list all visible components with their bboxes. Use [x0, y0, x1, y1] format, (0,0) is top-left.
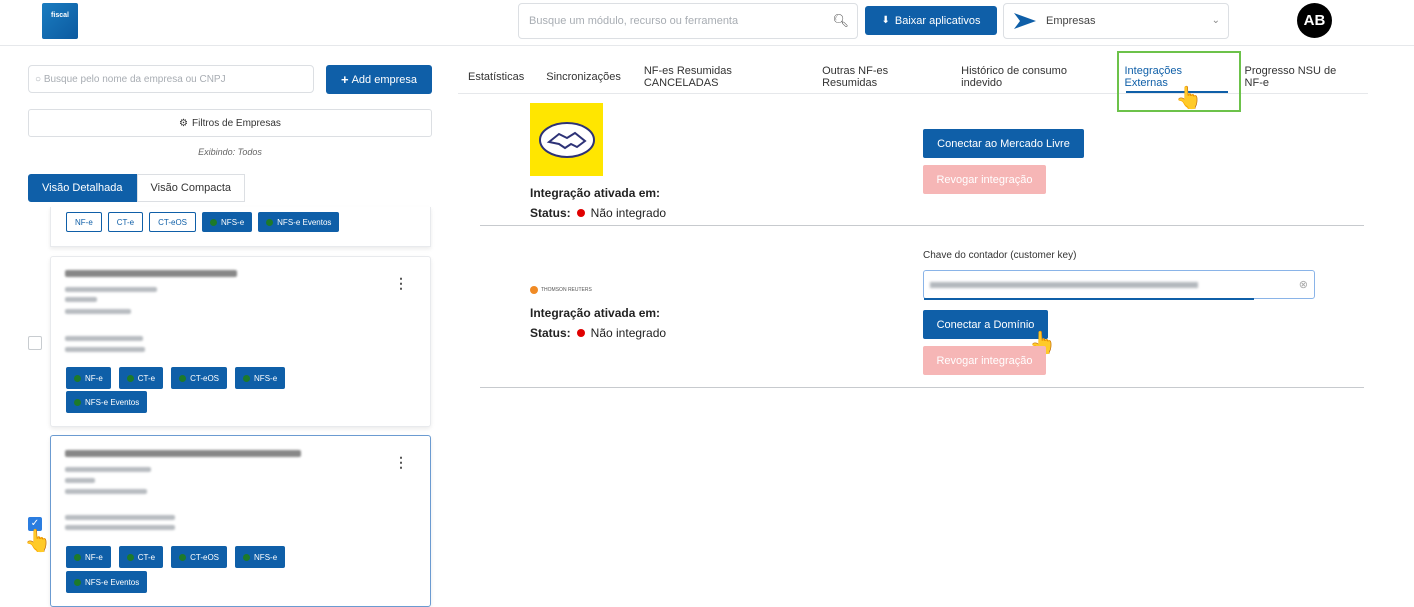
tab-nsu-progress[interactable]: Progresso NSU de NF-e [1234, 60, 1368, 94]
input-focus-bar [924, 298, 1254, 300]
module-search-input[interactable]: Busque um módulo, recurso ou ferramenta … [518, 3, 858, 39]
company-filters-button[interactable]: ⚙ Filtros de Empresas [28, 109, 432, 137]
redacted-text [65, 297, 97, 302]
dominio-activated-label: Integração ativada em: [530, 306, 661, 320]
divider [480, 387, 1364, 388]
redacted-text [65, 515, 175, 520]
tag-cteos[interactable]: CT-eOS [171, 367, 228, 389]
status-red-dot-icon [576, 209, 585, 217]
company-name-redacted [65, 270, 237, 277]
plus-icon: + [340, 72, 349, 87]
search-icon[interactable]: 🔍︎ [832, 13, 849, 29]
gear-icon: ⚙ [179, 117, 189, 129]
tag-cte[interactable]: CT-e [118, 546, 164, 568]
redacted-text [65, 467, 151, 472]
redacted-text [65, 309, 131, 314]
revoke-ml-button[interactable]: Revogar integração [923, 165, 1046, 194]
search-icon: ○ [35, 74, 42, 85]
pointer-hand-icon: 👆 [24, 528, 52, 553]
status-dot-icon [243, 374, 251, 382]
ml-activated-label: Integração ativada em: [530, 186, 661, 200]
company-select[interactable]: Empresas ⌄ [1003, 3, 1229, 39]
tab-synchronizations[interactable]: Sincronizações [534, 60, 633, 94]
tab-compact-view[interactable]: Visão Compacta [136, 174, 246, 202]
company-name-redacted [65, 450, 301, 457]
dominio-status: Status: Não integrado [530, 326, 667, 340]
status-dot-icon [74, 578, 81, 586]
status-dot-icon [179, 374, 187, 382]
handshake-icon [538, 121, 595, 158]
redacted-text [65, 347, 145, 352]
company-checkbox[interactable] [28, 336, 42, 350]
thomson-reuters-logo: THOMSON REUTERS [530, 286, 592, 294]
redacted-text [65, 478, 95, 483]
chevron-down-icon: ⌄ [1211, 15, 1220, 26]
tag-cteos[interactable]: CT-eOS [149, 212, 197, 232]
tag-nfe[interactable]: NF-e [66, 367, 111, 389]
ml-status: Status: Não integrado [530, 206, 667, 220]
tab-other-nfes[interactable]: Outras NF-es Resumidas [811, 60, 950, 94]
status-dot-icon [266, 218, 274, 226]
status-dot-icon [126, 553, 134, 561]
add-company-button[interactable]: + Add empresa [326, 65, 432, 94]
customer-key-label: Chave do contador (customer key) [923, 250, 1077, 261]
company-card[interactable]: NF-e CT-e CT-eOS NFS-e NFS-e Eventos [50, 207, 431, 247]
status-dot-icon [74, 374, 81, 382]
tab-cancelled-nfes[interactable]: NF-es Resumidas CANCELADAS [633, 60, 811, 94]
status-dot-icon [126, 374, 134, 382]
redacted-text [65, 287, 157, 292]
status-dot-icon [179, 553, 187, 561]
status-dot-icon [243, 553, 251, 561]
company-card[interactable]: ⋮ NF-e CT-e CT-eOS NFS-e NFS-e Eventos [50, 256, 431, 427]
divider [480, 225, 1364, 226]
tag-nfe[interactable]: NF-e [66, 546, 111, 568]
company-card-selected[interactable]: ⋮ NF-e CT-e CT-eOS NFS-e NFS-e Eventos [50, 435, 431, 607]
status-red-dot-icon [576, 329, 585, 337]
status-dot-icon [210, 218, 218, 226]
tag-nfse-events[interactable]: NFS-e Eventos [258, 212, 340, 232]
tab-statistics[interactable]: Estatísticas [458, 60, 534, 94]
connect-mercado-livre-button[interactable]: Conectar ao Mercado Livre [923, 129, 1084, 158]
tag-cteos[interactable]: CT-eOS [171, 546, 228, 568]
more-options-icon[interactable]: ⋮ [394, 275, 408, 292]
tab-improper-consumption[interactable]: Histórico de consumo indevido [950, 60, 1113, 94]
reuters-circle-icon [530, 286, 538, 294]
tag-nfe[interactable]: NF-e [66, 212, 102, 232]
showing-filter-text: Exibindo: Todos [198, 147, 262, 157]
redacted-text [65, 489, 147, 494]
tag-nfse-events[interactable]: NFS-e Eventos [66, 391, 148, 413]
redacted-text [65, 336, 143, 341]
avatar[interactable]: AB [1297, 3, 1332, 38]
status-dot-icon [74, 398, 81, 406]
redacted-key-value [930, 282, 1198, 288]
download-icon: ⬇ [881, 15, 890, 26]
download-apps-button[interactable]: ⬇ Baixar aplicativos [865, 6, 997, 35]
status-dot-icon [74, 553, 81, 561]
clear-icon[interactable]: ⊗ [1299, 278, 1308, 291]
tag-cte[interactable]: CT-e [118, 367, 164, 389]
tab-detailed-view[interactable]: Visão Detalhada [28, 174, 137, 202]
view-mode-tabs: Visão Detalhada Visão Compacta [28, 174, 246, 202]
company-search-input[interactable]: ○ Busque pelo nome da empresa ou CNPJ [28, 65, 314, 93]
app-logo[interactable]: fiscal [42, 3, 78, 39]
tag-nfse[interactable]: NFS-e [202, 212, 253, 232]
tag-nfse[interactable]: NFS-e [235, 546, 286, 568]
customer-key-input[interactable]: ⊗ [923, 270, 1315, 300]
tag-nfse[interactable]: NFS-e [235, 367, 286, 389]
brand-arrow-icon [1014, 13, 1036, 29]
mercado-livre-logo [530, 103, 603, 176]
revoke-dominio-button[interactable]: Revogar integração [923, 346, 1046, 375]
more-options-icon[interactable]: ⋮ [394, 454, 408, 471]
redacted-text [65, 525, 175, 530]
tag-cte[interactable]: CT-e [107, 212, 144, 232]
top-bar: fiscal Busque um módulo, recurso ou ferr… [0, 0, 1414, 46]
tag-nfse-events[interactable]: NFS-e Eventos [66, 571, 148, 593]
pointer-hand-icon: 👆 [1175, 85, 1203, 110]
